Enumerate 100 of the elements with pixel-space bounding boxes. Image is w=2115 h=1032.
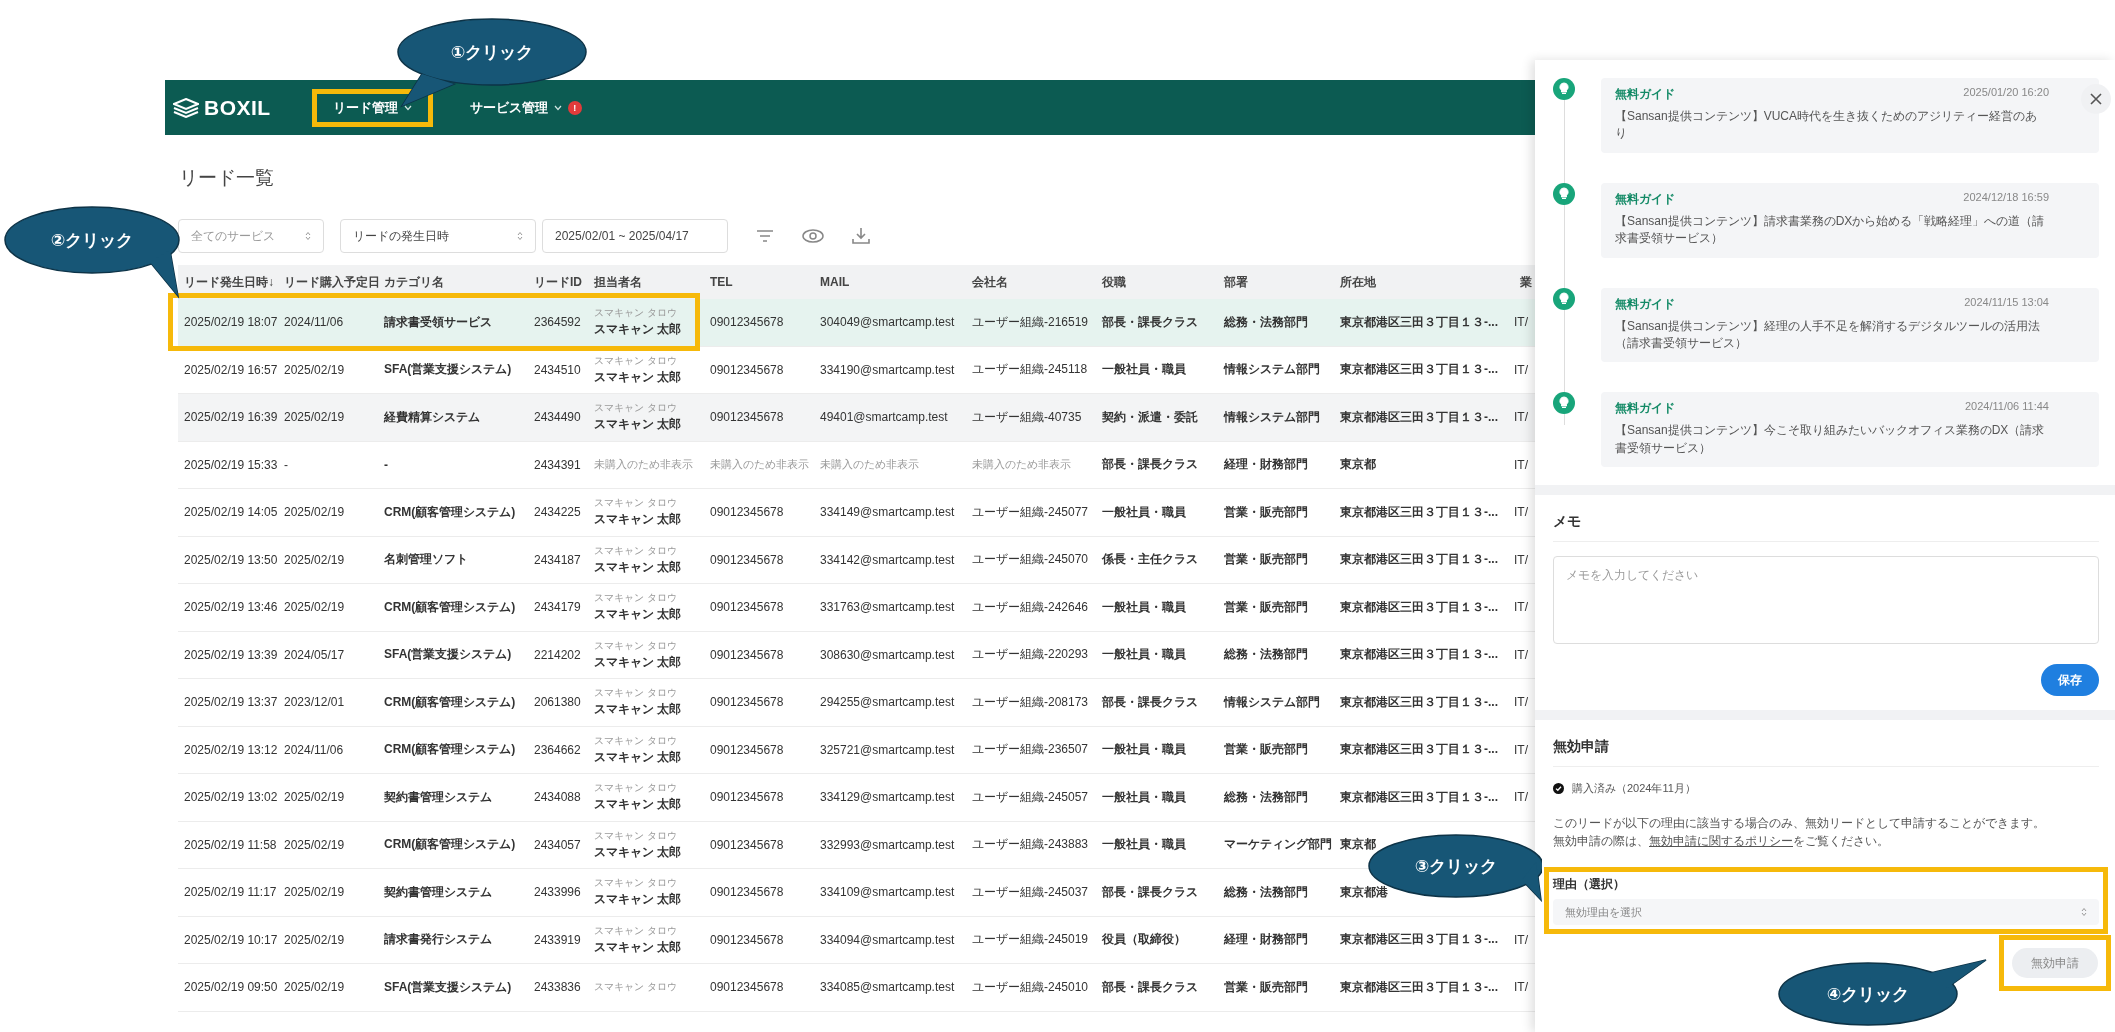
column-header[interactable]: 所在地 [1334, 273, 1514, 291]
table-cell-text: 2025/02/19 13:12 [183, 742, 278, 757]
policy-link[interactable]: 無効申請に関するポリシー [1649, 834, 1793, 849]
table-cell-text: 09012345678 [709, 600, 785, 615]
column-header[interactable]: 役職 [1096, 273, 1218, 291]
table-cell-text: 2025/02/19 [283, 600, 346, 615]
column-header[interactable]: リードID [528, 273, 588, 291]
table-cell-text: 325721@smartcamp.test [819, 742, 956, 757]
table-cell-text: 2025/02/19 09:50 [183, 980, 278, 995]
table-row[interactable]: 2025/02/19 18:07 2024/11/06 請求書受領サービス 2364592 スマキャン タロウ スマキャン 太郎 09012345678 304049@smartcamp.test ユーザー組織-216519 部長・課長クラス 総務・法務部門 東京都港区三田３丁目１３-... IT/ [178, 299, 1535, 347]
person-name: スマキャン 太郎 [594, 511, 683, 529]
table-cell-text: 2025/02/19 13:37 [183, 695, 278, 710]
table-row[interactable]: 2025/02/19 13:12 2024/11/06 CRM(顧客管理システム) 2364662 スマキャン タロウ スマキャン 太郎 09012345678 325721@smartcamp.test ユーザー組織-236507 一般社員・職員 営業・販売部門 東京都港区三田３丁目１３-... IT/ [178, 726, 1535, 774]
table-cell-text: IT/ [1514, 457, 1529, 472]
table-cell-text: 09012345678 [709, 362, 785, 377]
activity-card[interactable]: 無料ガイド 2024/11/15 13:04 【Sansan提供コンテンツ】経理の人手不足を解消するデジタルツールの活用法（請求書受領サービス） [1601, 287, 2099, 363]
table-cell-text: 2025/02/19 11:17 [183, 885, 278, 900]
table-cell-text: 2364592 [533, 315, 582, 330]
table-cell-text: 部長・課長クラス [1101, 978, 1199, 996]
filter-icon[interactable] [756, 229, 774, 243]
table-row[interactable]: 2025/02/19 09:50 2025/02/19 SFA(営業支援システム) 2433836 スマキャン タロウ 09012345678 334085@smartcamp.test ユーザー組織-245010 部長・課長クラス 営業・販売部門 東京都港区三田３丁目１３-... IT/ [178, 964, 1535, 1012]
column-header[interactable]: カテゴリ名 [378, 273, 528, 291]
invalid-request-heading: 無効申請 [1553, 737, 1610, 757]
table-cell-text: IT/ [1514, 742, 1529, 757]
activity-card[interactable]: 無料ガイド 2024/11/06 11:44 【Sansan提供コンテンツ】今こそ取り組みたいバックオフィス業務のDX（請求書受領サービス） [1601, 392, 2099, 468]
person-name: スマキャン 太郎 [594, 416, 683, 434]
table-cell-text: 東京都港区三田３丁目１３-... [1339, 313, 1499, 331]
lightbulb-icon [1553, 78, 1575, 100]
table-cell-text: 2434225 [533, 505, 582, 520]
activity-card[interactable]: 無料ガイド 2024/12/18 16:59 【Sansan提供コンテンツ】請求書業務のDXから始める「戦略経理」への道（請求書受領サービス） [1601, 182, 2099, 258]
memo-field[interactable]: メモを入力してください [1553, 556, 2099, 645]
table-cell-text: 契約書管理システム [383, 788, 493, 806]
column-header[interactable]: リード発生日時↓ [178, 273, 278, 291]
column-header[interactable]: 会社名 [966, 273, 1096, 291]
table-cell-text: 2025/02/19 [283, 552, 346, 567]
table-cell-text: 332993@smartcamp.test [819, 837, 956, 852]
nav-menu[interactable]: サービス管理 ! [453, 93, 598, 122]
table-cell-text: 2214202 [533, 647, 582, 662]
reason-select[interactable]: 無効理由を選択 [1553, 899, 2099, 926]
table-row[interactable]: 2025/02/19 13:39 2024/05/17 SFA(営業支援システム) 2214202 スマキャン タロウ スマキャン 太郎 09012345678 308630@smartcamp.test ユーザー組織-220293 一般社員・職員 総務・法務部門 東京都港区三田３丁目１３-... IT/ [178, 631, 1535, 679]
person-name: スマキャン 太郎 [594, 653, 683, 671]
table-cell-text: ユーザー組織-208173 [971, 693, 1090, 711]
date-type-select[interactable]: リードの発生日時 [340, 219, 536, 253]
table-cell-text: 09012345678 [709, 505, 785, 520]
column-header[interactable]: TEL [704, 275, 814, 289]
close-icon [2090, 93, 2102, 105]
activity-title: 【Sansan提供コンテンツ】経理の人手不足を解消するデジタルツールの活用法（請求書受領サービス） [1615, 317, 2041, 352]
table-cell-text: 経費精算システム [383, 408, 481, 426]
table-cell-text: 09012345678 [709, 885, 785, 900]
activity-card[interactable]: 無料ガイド 2025/01/20 16:20 【Sansan提供コンテンツ】VUCA時代を生き抜くためのアジリティー経営のあり [1601, 78, 2099, 153]
column-header[interactable]: 部署 [1218, 273, 1334, 291]
close-button[interactable] [2081, 84, 2111, 114]
person-name: スマキャン 太郎 [594, 321, 683, 339]
check-circle-icon [1553, 783, 1564, 795]
table-row[interactable]: 2025/02/19 13:02 2025/02/19 契約書管理システム 2434088 スマキャン タロウ スマキャン 太郎 09012345678 334129@smartcamp.test ユーザー組織-245057 一般社員・職員 総務・法務部門 東京都港区三田３丁目１３-... IT/ [178, 774, 1535, 822]
table-cell-text: ユーザー組織-245019 [971, 931, 1090, 949]
table-row[interactable]: 2025/02/19 14:05 2025/02/19 CRM(顧客管理システム) 2434225 スマキャン タロウ スマキャン 太郎 09012345678 334149@smartcamp.test ユーザー組織-245077 一般社員・職員 営業・販売部門 東京都港区三田３丁目１３-... IT/ [178, 489, 1535, 537]
table-row[interactable]: 2025/02/19 10:17 2025/02/19 請求書発行システム 2433919 スマキャン タロウ スマキャン 太郎 09012345678 334094@smartcamp.test ユーザー組織-245019 役員（取締役） 経理・財務部門 東京都港区三田３丁目１３-... IT/ [178, 916, 1535, 964]
table-cell-text: 2434490 [533, 410, 582, 425]
activity-tag: 無料ガイド [1615, 400, 1675, 418]
table-cell-text: 一般社員・職員 [1101, 361, 1187, 379]
table-cell-text: 一般社員・職員 [1101, 598, 1187, 616]
column-header[interactable]: 業 [1514, 273, 1534, 291]
table-cell-text: 営業・販売部門 [1223, 503, 1309, 521]
table-cell-text: 2434391 [533, 457, 582, 472]
table-cell-text: 2024/11/06 [283, 315, 345, 330]
table-cell-text: 2434057 [533, 837, 582, 852]
table-cell-text: - [283, 457, 289, 472]
column-header[interactable]: リード購入予定日 [278, 273, 378, 291]
save-button[interactable]: 保存 [2041, 664, 2099, 697]
person-kana: スマキャン タロウ [594, 876, 678, 891]
table-row[interactable]: 2025/02/19 13:50 2025/02/19 名刺管理ソフト 2434187 スマキャン タロウ スマキャン 太郎 09012345678 334142@smartcamp.test ユーザー組織-245070 係長・主任クラス 営業・販売部門 東京都港区三田３丁目１３-... IT/ [178, 536, 1535, 584]
column-header[interactable]: 担当者名 [588, 273, 704, 291]
person-name: スマキャン 太郎 [594, 796, 683, 814]
nav-menu[interactable]: リード管理 [316, 93, 428, 122]
activity-title: 【Sansan提供コンテンツ】今こそ取り組みたいバックオフィス業務のDX（請求書受領サービス） [1615, 422, 2046, 457]
table-cell-text: 2025/02/19 16:57 [183, 362, 278, 377]
table-cell-text: 営業・販売部門 [1223, 741, 1309, 759]
table-cell-text: IT/ [1514, 647, 1529, 662]
table-cell-text: 2023/12/01 [283, 695, 346, 710]
table-row[interactable]: 2025/02/19 16:39 2025/02/19 経費精算システム 2434490 スマキャン タロウ スマキャン 太郎 09012345678 49401@smartcamp.test ユーザー組織-40735 契約・派遣・委託 情報システム部門 東京都港区三田３丁目１３-... IT/ [178, 394, 1535, 442]
download-icon[interactable] [852, 227, 870, 245]
table-cell-text: ユーザー組織-40735 [971, 408, 1083, 426]
person-name: スマキャン 太郎 [594, 606, 683, 624]
table-cell-text: 東京都港区三田３丁目１３-... [1339, 693, 1499, 711]
table-cell-text: 2025/02/19 13:50 [183, 552, 278, 567]
table-cell-text: IT/ [1514, 505, 1529, 520]
table-cell-text: 東京都港区三田３丁目１３-... [1339, 788, 1499, 806]
column-header[interactable]: MAIL [814, 275, 966, 289]
table-cell-text: 09012345678 [709, 410, 785, 425]
table-cell-text: 部長・課長クラス [1101, 883, 1199, 901]
table-row[interactable]: 2025/02/19 15:33 - - 2434391 未購入のため非表示 未購入のため非表示 未購入のため非表示 未購入のため非表示 部長・課長クラス 経理・財務部門 東京都 IT/ [178, 441, 1535, 489]
eye-icon[interactable] [802, 229, 824, 243]
table-row[interactable]: 2025/02/19 13:46 2025/02/19 CRM(顧客管理システム) 2434179 スマキャン タロウ スマキャン 太郎 09012345678 331763@smartcamp.test ユーザー組織-242646 一般社員・職員 営業・販売部門 東京都港区三田３丁目１３-... IT/ [178, 584, 1535, 632]
date-range-field[interactable]: 2025/02/01 ~ 2025/04/17 [542, 219, 728, 253]
table-row[interactable]: 2025/02/19 13:37 2023/12/01 CRM(顧客管理システム) 2061380 スマキャン タロウ スマキャン 太郎 09012345678 294255@smartcamp.test ユーザー組織-208173 部長・課長クラス 情報システム部門 東京都港区三田３丁目１３-... IT/ [178, 679, 1535, 727]
table-cell-text: 未購入のため非表示 [819, 457, 920, 473]
person-kana: スマキャン タロウ [594, 980, 678, 995]
table-cell-text: 東京都港区三田３丁目１３-... [1339, 598, 1499, 616]
table-cell-text: CRM(顧客管理システム) [383, 503, 517, 521]
